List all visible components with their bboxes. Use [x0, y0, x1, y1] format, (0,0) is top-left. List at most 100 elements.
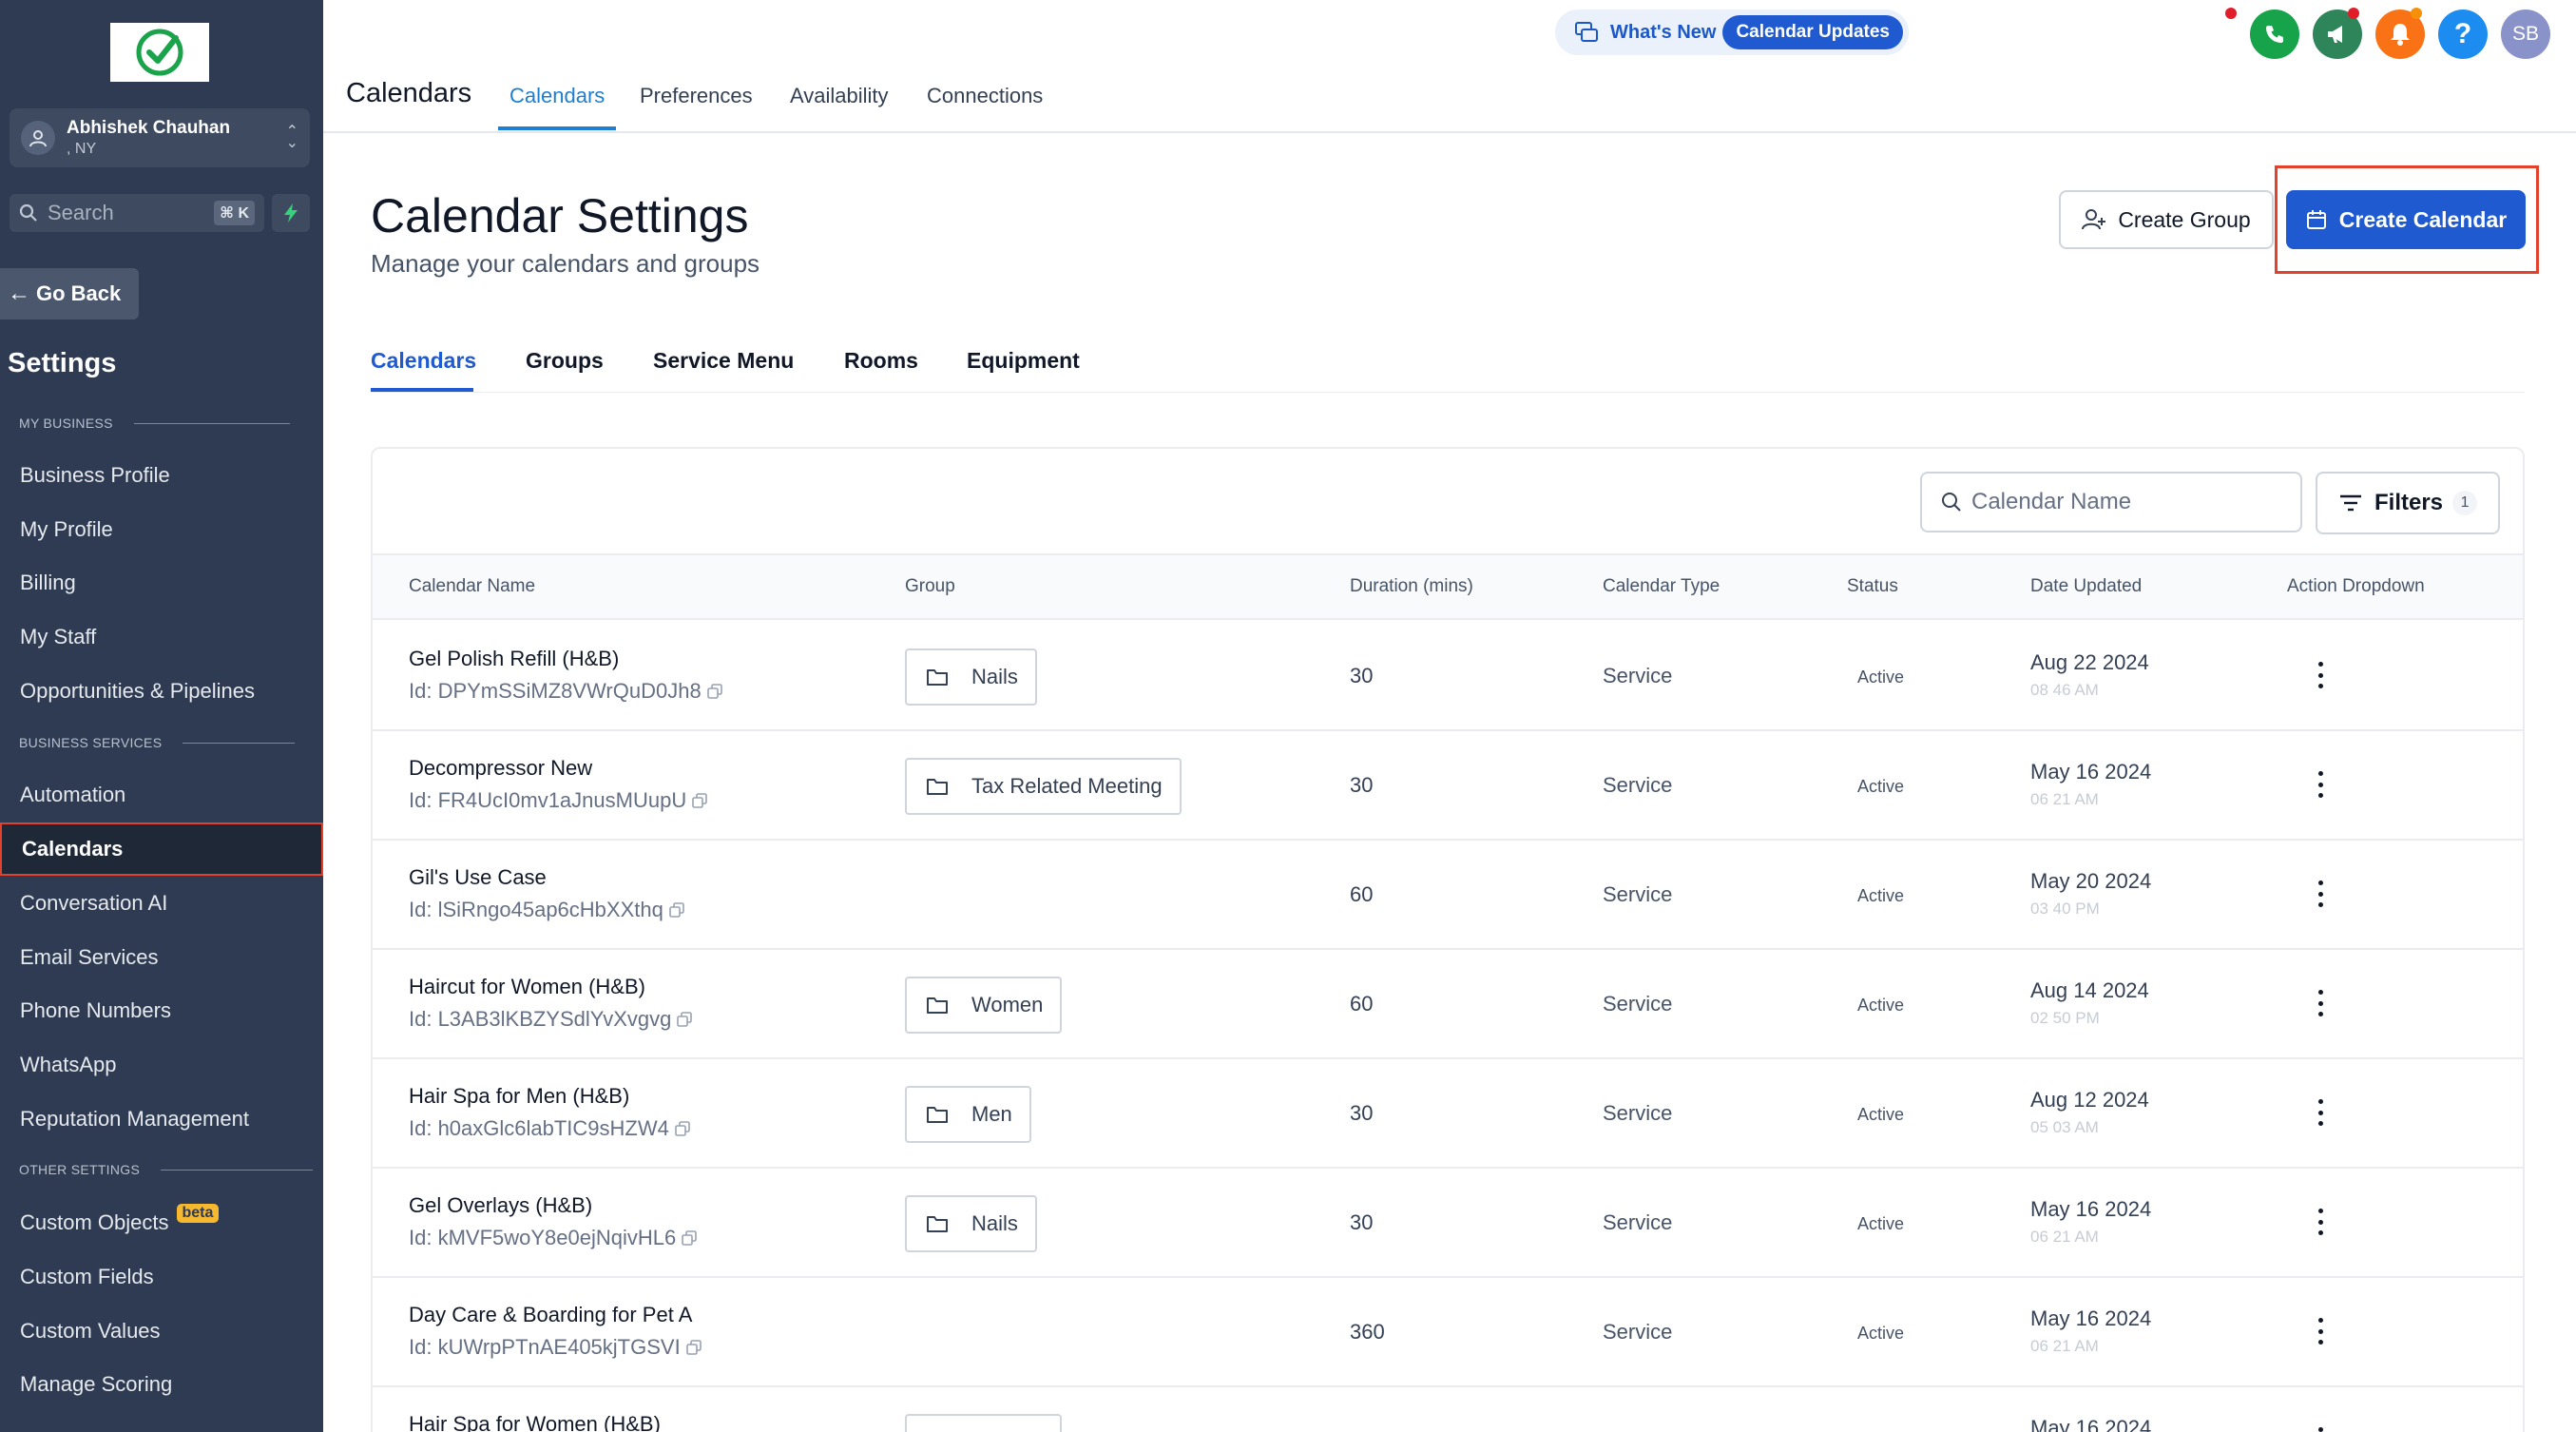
copy-icon[interactable] — [682, 1230, 698, 1246]
row-actions-kebab-icon[interactable] — [2306, 767, 2335, 802]
column-header[interactable]: Calendar Name — [409, 576, 535, 597]
sidebar-item-calendars[interactable]: Calendars — [0, 822, 323, 876]
section-label-text: MY BUSINESS — [19, 416, 113, 431]
subtab-calendars[interactable]: Calendars — [371, 348, 476, 374]
table-row[interactable]: Gil's Use Case Id: lSiRngo45ap6cHbXXthq 60… — [373, 841, 2523, 950]
table-row[interactable]: Day Care & Boarding for Pet A Id: kUWrpPT… — [373, 1278, 2523, 1387]
table-row[interactable]: Haircut for Women (H&B) Id: L3AB3lKBZYSdl… — [373, 950, 2523, 1059]
sidebar-item-billing[interactable]: Billing — [0, 556, 323, 610]
table-row[interactable]: Hair Spa for Women (H&B)Women30ServiceAc… — [373, 1387, 2523, 1432]
chevron-up-down-icon: ⌃ ⌄ — [285, 124, 298, 151]
company-logo[interactable] — [110, 23, 209, 82]
filters-label: Filters — [2374, 490, 2444, 515]
whats-new-button[interactable]: What's New Calendar Updates — [1555, 10, 1909, 55]
subtab-service-menu[interactable]: Service Menu — [653, 348, 794, 374]
copy-icon[interactable] — [677, 1012, 693, 1027]
row-actions-kebab-icon[interactable] — [2306, 1314, 2335, 1348]
user-avatar[interactable]: SB — [2501, 10, 2550, 59]
column-header[interactable]: Calendar Type — [1603, 576, 1720, 597]
column-header[interactable]: Status — [1847, 576, 1898, 597]
calendar-name-link[interactable]: Gel Overlays (H&B) — [409, 1193, 592, 1218]
copy-icon[interactable] — [669, 902, 684, 918]
create-calendar-label: Create Calendar — [2338, 206, 2508, 232]
subtab-rooms[interactable]: Rooms — [844, 348, 918, 374]
group-chip[interactable]: Men — [905, 1086, 1031, 1143]
filters-button[interactable]: Filters 1 — [2316, 472, 2500, 534]
copy-icon[interactable] — [685, 1340, 702, 1355]
sidebar-item-custom-values[interactable]: Custom Values — [0, 1305, 323, 1358]
subtab-groups[interactable]: Groups — [526, 348, 604, 374]
table-row[interactable]: Gel Overlays (H&B) Id: kMVF5woY8e0ejNqivH… — [373, 1169, 2523, 1278]
row-actions-kebab-icon[interactable] — [2306, 658, 2335, 692]
tab-connections[interactable]: Connections — [927, 84, 1043, 108]
sidebar: Abhishek Chauhan , NY ⌃ ⌄ Search ⌘ K ← Go… — [0, 0, 323, 1432]
sidebar-item-conversation-ai[interactable]: Conversation AI — [0, 877, 323, 930]
calendar-name-link[interactable]: Haircut for Women (H&B) — [409, 975, 645, 999]
go-back-button[interactable]: ← Go Back — [0, 268, 139, 319]
quick-action-button[interactable] — [272, 194, 310, 232]
time-updated-cell: 02 50 PM — [2030, 1009, 2100, 1027]
account-switcher[interactable]: Abhishek Chauhan , NY ⌃ ⌄ — [10, 108, 310, 167]
notification-dot — [2411, 8, 2422, 19]
calendar-name-link[interactable]: Gil's Use Case — [409, 865, 547, 890]
column-header[interactable]: Group — [905, 576, 955, 597]
row-actions-kebab-icon[interactable] — [2306, 877, 2335, 911]
group-chip[interactable]: Women — [905, 1414, 1063, 1432]
copy-icon[interactable] — [706, 684, 722, 699]
sidebar-item-email-services[interactable]: Email Services — [0, 931, 323, 984]
group-chip[interactable]: Nails — [905, 648, 1037, 706]
sidebar-item-my-staff[interactable]: My Staff — [0, 610, 323, 664]
calendar-name-link[interactable]: Hair Spa for Women (H&B) — [409, 1412, 661, 1432]
sidebar-item-manage-scoring[interactable]: Manage Scoring — [0, 1358, 323, 1411]
create-group-label: Create Group — [2118, 206, 2251, 232]
create-calendar-button[interactable]: Create Calendar — [2286, 190, 2526, 249]
table-header: Calendar Name Group Duration (mins) Cale… — [373, 553, 2523, 620]
sidebar-item-custom-fields[interactable]: Custom Fields — [0, 1250, 323, 1304]
table-row[interactable]: Gel Polish Refill (H&B) Id: DPYmSSiMZ8VWr… — [373, 622, 2523, 731]
row-actions-kebab-icon[interactable] — [2306, 1205, 2335, 1239]
folder-icon — [927, 779, 948, 795]
row-actions-kebab-icon[interactable] — [2306, 1095, 2335, 1130]
status-cell: Active — [1857, 1105, 1905, 1124]
filter-lines-icon — [2339, 494, 2361, 512]
group-chip[interactable]: Tax Related Meeting — [905, 758, 1182, 815]
row-actions-kebab-icon[interactable] — [2306, 1423, 2335, 1432]
group-chip[interactable]: Women — [905, 977, 1063, 1034]
sidebar-search[interactable]: Search ⌘ K — [10, 194, 264, 232]
table-row[interactable]: Hair Spa for Men (H&B) Id: h0axGlc6labTIC… — [373, 1059, 2523, 1169]
sidebar-item-reputation-management[interactable]: Reputation Management — [0, 1093, 323, 1146]
subtab-equipment[interactable]: Equipment — [967, 348, 1080, 374]
sidebar-item-custom-objects[interactable]: Custom Objects beta — [0, 1196, 323, 1249]
calendar-name-search-input[interactable]: Calendar Name — [1920, 472, 2302, 532]
calendar-name-link[interactable]: Hair Spa for Men (H&B) — [409, 1084, 629, 1109]
copy-icon[interactable] — [692, 793, 708, 808]
calendar-name-link[interactable]: Day Care & Boarding for Pet A — [409, 1303, 692, 1327]
tab-preferences[interactable]: Preferences — [640, 84, 753, 108]
bell-icon — [2391, 24, 2410, 46]
tab-calendars[interactable]: Calendars — [509, 84, 605, 108]
sidebar-item-phone-numbers[interactable]: Phone Numbers — [0, 984, 323, 1037]
row-actions-kebab-icon[interactable] — [2306, 986, 2335, 1020]
sidebar-item-business-profile[interactable]: Business Profile — [0, 449, 323, 502]
group-chip[interactable]: Nails — [905, 1195, 1037, 1252]
calendar-icon — [2306, 210, 2326, 229]
folder-icon — [927, 1216, 948, 1232]
sidebar-item-whatsapp[interactable]: WhatsApp — [0, 1038, 323, 1092]
sidebar-item-my-profile[interactable]: My Profile — [0, 503, 323, 556]
phone-button[interactable] — [2250, 10, 2299, 59]
tab-availability[interactable]: Availability — [790, 84, 889, 108]
calendar-name-link[interactable]: Decompressor New — [409, 756, 592, 781]
column-header[interactable]: Duration (mins) — [1350, 576, 1473, 597]
sidebar-item-opportunities-pipelines[interactable]: Opportunities & Pipelines — [0, 665, 323, 718]
help-button[interactable]: ? — [2438, 10, 2488, 59]
arrow-left-icon: ← — [8, 281, 30, 306]
column-header[interactable]: Date Updated — [2030, 576, 2142, 597]
table-row[interactable]: Decompressor New Id: FR4UcI0mv1aJnusMUupU… — [373, 731, 2523, 841]
calendar-id-text: Id: lSiRngo45ap6cHbXXthq — [409, 898, 663, 921]
sidebar-item-label: Custom Objects — [20, 1210, 169, 1234]
calendar-updates-pill[interactable]: Calendar Updates — [1722, 15, 1903, 49]
create-group-button[interactable]: Create Group — [2059, 190, 2274, 249]
sidebar-item-automation[interactable]: Automation — [0, 768, 323, 822]
copy-icon[interactable] — [675, 1121, 690, 1136]
calendar-name-link[interactable]: Gel Polish Refill (H&B) — [409, 647, 619, 671]
